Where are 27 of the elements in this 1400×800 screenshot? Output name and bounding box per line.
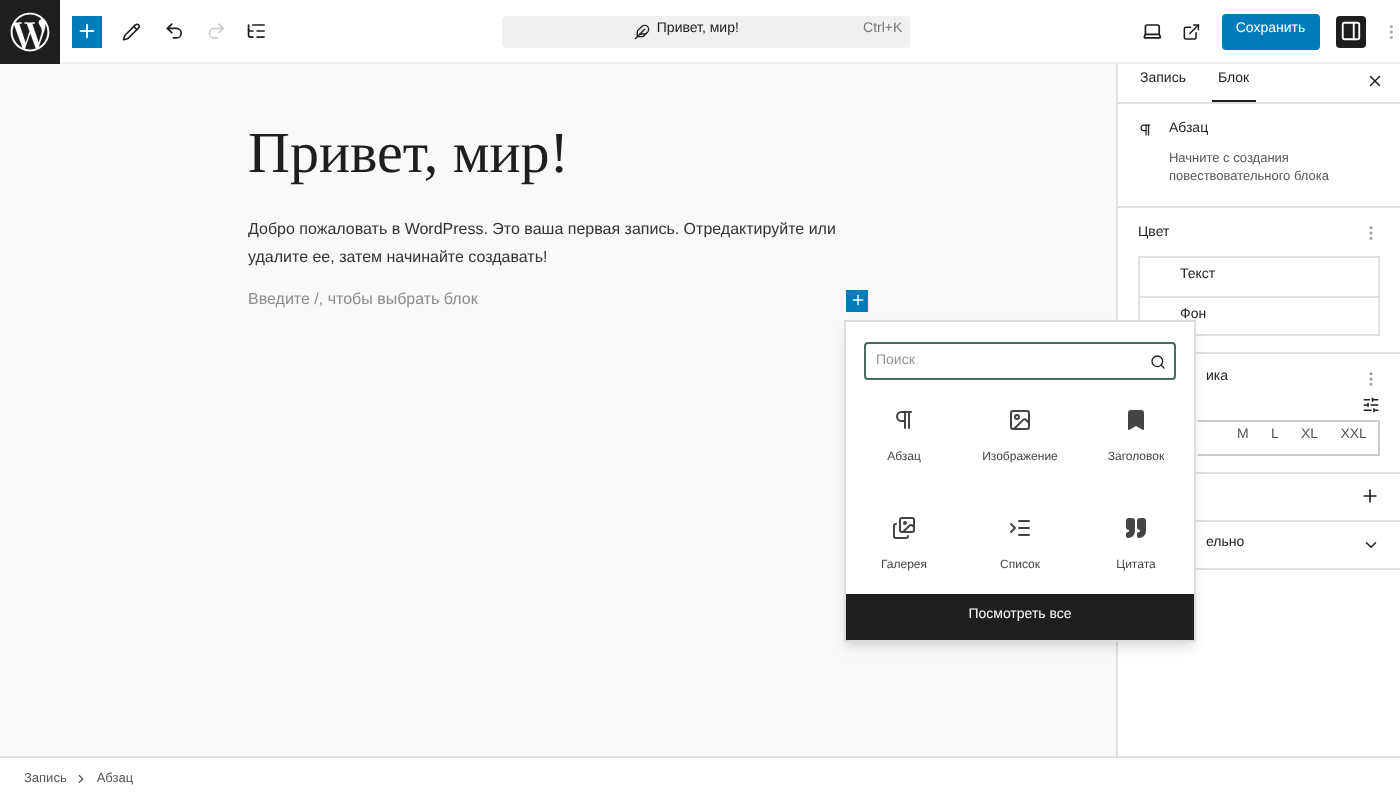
- feather-icon: [634, 23, 651, 39]
- plus-icon: [75, 20, 98, 42]
- list-icon: [1008, 515, 1032, 539]
- pencil-icon[interactable]: [121, 21, 141, 41]
- laptop-icon[interactable]: [1142, 20, 1163, 42]
- list-view-icon[interactable]: [245, 20, 267, 42]
- search-icon: [1150, 353, 1166, 369]
- gallery-icon: [892, 515, 916, 539]
- pilcrow-icon: [1138, 120, 1153, 140]
- logo-icon[interactable]: [0, 0, 60, 63]
- settings-toggle-button[interactable]: [1335, 15, 1366, 47]
- pilcrow-icon: [892, 408, 916, 432]
- sidebar-icon: [1339, 20, 1362, 42]
- plus-icon: [849, 292, 865, 308]
- inline-add-button[interactable]: [846, 289, 868, 311]
- undo-icon[interactable]: [164, 20, 186, 42]
- bookmark-icon: [1124, 408, 1148, 432]
- external-link-icon[interactable]: [1182, 21, 1202, 41]
- sliders-icon[interactable]: [1362, 395, 1380, 413]
- quote-icon: [1124, 515, 1148, 539]
- plus-icon[interactable]: [1360, 486, 1380, 506]
- chevron-icon: [74, 772, 89, 786]
- image-icon: [1008, 408, 1032, 432]
- close-icon[interactable]: [1366, 72, 1384, 90]
- post-title[interactable]: Привет, мир!: [248, 120, 1116, 188]
- add-block-button[interactable]: [71, 15, 102, 47]
- paragraph-block[interactable]: Добро пожаловать в WordPress. Это ваша первая запись. Отредактируйте или удалите ее, затем начинайте создавать!: [248, 216, 872, 272]
